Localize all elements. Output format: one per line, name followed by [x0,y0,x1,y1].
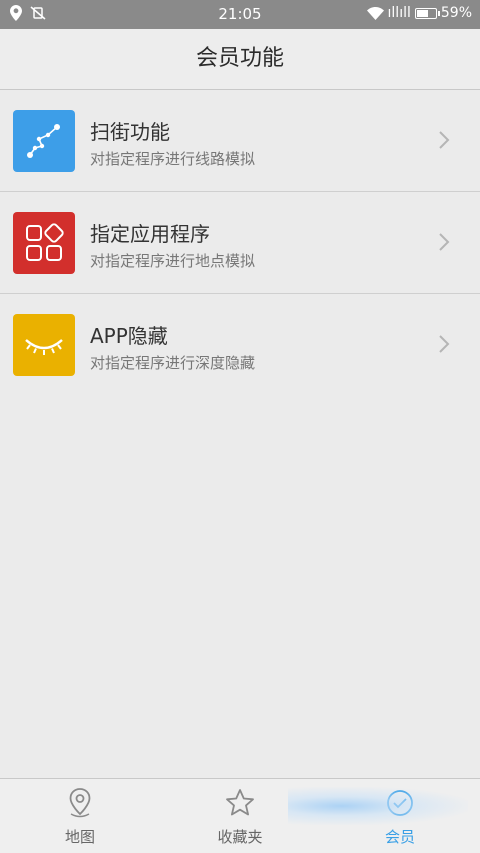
tab-label: 收藏夹 [217,828,263,846]
tab-favorites[interactable]: 收藏夹 [160,779,320,853]
feature-subtitle: 对指定程序进行深度隐藏 [90,354,256,372]
feature-row-street-scan[interactable]: 扫街功能 对指定程序进行线路模拟 [0,90,480,192]
map-pin-icon [69,788,91,818]
tab-label: 地图 [64,828,95,846]
feature-subtitle: 对指定程序进行地点模拟 [90,252,256,270]
signal-strength: ıllıll [387,5,411,21]
star-icon [226,789,254,816]
feature-title: 指定应用程序 [90,222,210,246]
chevron-right-icon [439,233,450,251]
feature-list: 扫街功能 对指定程序进行线路模拟 指定应用程序 对指定程序进行地点模拟 APP隐… [0,90,480,396]
closed-eye-icon [13,314,75,376]
battery-icon [414,7,440,19]
status-right: ıllıll 59% [366,5,472,21]
feature-row-app-hide[interactable]: APP隐藏 对指定程序进行深度隐藏 [0,294,480,396]
tab-map[interactable]: 地图 [0,779,160,853]
feature-title: APP隐藏 [90,324,168,348]
bottom-tab-bar: 地图 收藏夹 会员 [0,778,480,853]
page-title: 会员功能 [0,29,480,90]
tab-member[interactable]: 会员 [320,779,480,853]
apps-grid-icon [13,212,75,274]
wifi-icon [366,6,384,20]
battery-percent: 59% [440,5,472,21]
feature-row-specify-app[interactable]: 指定应用程序 对指定程序进行地点模拟 [0,192,480,294]
feature-subtitle: 对指定程序进行线路模拟 [90,150,256,168]
chevron-right-icon [439,335,450,353]
tab-label: 会员 [384,828,415,846]
chevron-right-icon [439,131,450,149]
feature-title: 扫街功能 [90,120,170,144]
route-icon [13,110,75,172]
member-icon [387,790,413,816]
status-bar: 21:05 ıllıll 59% [0,0,480,29]
